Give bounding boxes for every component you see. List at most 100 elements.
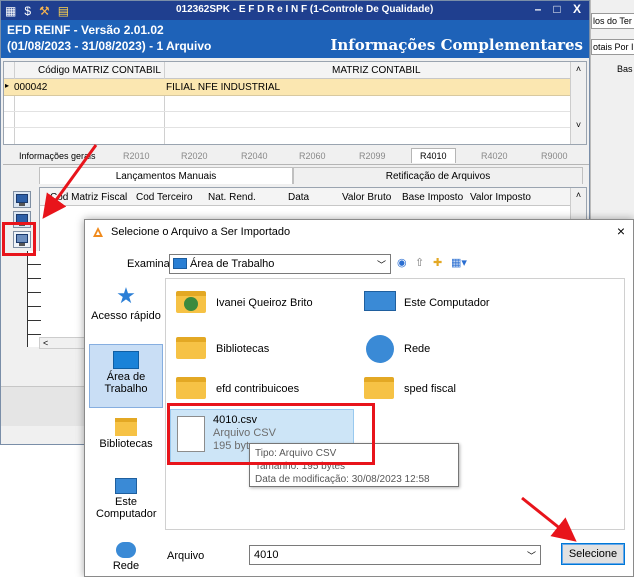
places-bar: ★ Acesso rápido Área de Trabalho Bibliot… <box>89 278 163 574</box>
view-menu-icon[interactable]: ▦▾ <box>451 256 467 269</box>
tab-r4010[interactable]: R4010 <box>411 148 456 163</box>
column-header-valor-imposto[interactable]: Valor Imposto <box>470 192 531 203</box>
place-area-de-trabalho[interactable]: Área de Trabalho <box>89 344 163 408</box>
desktop-icon <box>173 258 187 269</box>
file-item-sped-fiscal[interactable]: sped fiscal <box>364 375 534 407</box>
new-folder-icon[interactable]: ✚ <box>433 256 442 269</box>
horizontal-scrollbar[interactable]: < <box>39 337 89 349</box>
file-item-name: sped fiscal <box>404 383 456 395</box>
scroll-up-icon[interactable]: ˄ <box>571 190 586 200</box>
app-dollar-icon[interactable]: $ <box>24 4 31 18</box>
peek-tab-totais[interactable]: otais Por I <box>591 39 634 55</box>
desktop-icon <box>113 351 139 369</box>
place-label: Área de Trabalho <box>104 371 148 395</box>
arquivo-value: 4010 <box>254 549 279 561</box>
highlight-box-csv-file <box>167 403 375 465</box>
record-tabs: Informações gerais R2010 R2020 R2040 R20… <box>3 148 589 165</box>
tab-r9000[interactable]: R9000 <box>541 151 568 161</box>
column-header-cod-terceiro[interactable]: Cod Terceiro <box>136 192 193 203</box>
close-button[interactable]: X <box>568 2 586 18</box>
place-label: Este Computador <box>96 496 157 520</box>
examinar-dropdown[interactable]: Área de Trabalho ﹀ <box>169 254 391 274</box>
file-item-bibliotecas[interactable]: Bibliotecas <box>176 335 346 367</box>
computer-icon <box>364 291 396 311</box>
folder-icon <box>176 377 206 399</box>
place-bibliotecas[interactable]: Bibliotecas <box>89 414 163 464</box>
monitor-action-button[interactable] <box>13 191 31 208</box>
tab-r2020[interactable]: R2020 <box>181 151 208 161</box>
highlight-box-import-button <box>2 222 36 256</box>
tab-r2010[interactable]: R2010 <box>123 151 150 161</box>
file-open-dialog: Selecione o Arquivo a Ser Importado × Ex… <box>84 219 634 577</box>
tab-r2060[interactable]: R2060 <box>299 151 326 161</box>
titlebar-icons: ▦ $ ⚒ ▤ <box>5 2 69 19</box>
minimize-button[interactable]: – <box>529 2 547 18</box>
arquivo-input[interactable]: 4010 ﹀ <box>249 545 541 565</box>
cell-matriz: FILIAL NFE INDUSTRIAL <box>166 82 281 93</box>
file-item-rede[interactable]: Rede <box>364 335 534 367</box>
table-row[interactable]: ▸ 000042 FILIAL NFE INDUSTRIAL <box>4 79 570 96</box>
dialog-titlebar: Selecione o Arquivo a Ser Importado × <box>85 220 633 244</box>
maximize-button[interactable]: □ <box>548 2 566 18</box>
matrix-grid-header: Código MATRIZ CONTABIL MATRIZ CONTABIL <box>4 62 570 144</box>
libraries-icon <box>115 418 137 436</box>
period-label: (01/08/2023 - 31/08/2023) - 1 Arquivo <box>7 39 212 53</box>
column-header-base-imposto[interactable]: Base Imposto <box>402 192 463 203</box>
row-pointer-icon: ▸ <box>5 81 10 90</box>
file-item-name: Este Computador <box>404 297 490 309</box>
tab-retificacao-arquivos[interactable]: Retificação de Arquivos <box>293 167 583 184</box>
place-label: Bibliotecas <box>99 438 153 450</box>
tab-lancamentos-manuais[interactable]: Lançamentos Manuais <box>39 167 293 184</box>
lancamentos-grid-header: Cod Matriz Fiscal Cod Terceiro Nat. Rend… <box>40 188 570 206</box>
column-header-matriz[interactable]: MATRIZ CONTABIL <box>332 65 421 76</box>
chevron-down-icon[interactable]: ﹀ <box>527 549 536 562</box>
file-item-name: Rede <box>404 343 431 355</box>
user-avatar-icon <box>184 297 198 311</box>
column-header-nat-rend[interactable]: Nat. Rend. <box>208 192 256 203</box>
column-header-valor-bruto[interactable]: Valor Bruto <box>342 192 391 203</box>
app-tools-icon[interactable]: ⚒ <box>39 4 50 18</box>
dialog-title: Selecione o Arquivo a Ser Importado <box>111 226 291 238</box>
place-label: Rede <box>112 560 140 572</box>
monitor-icon <box>16 194 28 203</box>
star-icon: ★ <box>116 283 136 308</box>
scroll-up-icon[interactable]: ˄ <box>571 64 586 74</box>
place-rede[interactable]: Rede <box>89 540 163 574</box>
chevron-down-icon: ﹀ <box>376 260 386 270</box>
tab-r2099[interactable]: R2099 <box>359 151 386 161</box>
sub-tabs: Lançamentos Manuais Retificação de Arqui… <box>3 167 589 184</box>
matrix-grid[interactable]: Código MATRIZ CONTABIL MATRIZ CONTABIL ▸… <box>3 61 587 145</box>
file-item-user-folder[interactable]: Ivanei Queiroz Brito <box>176 289 346 321</box>
column-header-cod-matriz-fiscal[interactable]: Cod Matriz Fiscal <box>50 192 127 203</box>
column-header-data[interactable]: Data <box>288 192 309 203</box>
app-page-icon[interactable]: ▤ <box>58 4 69 18</box>
examinar-value: Área de Trabalho <box>190 258 275 270</box>
place-este-computador[interactable]: Este Computador <box>89 474 163 528</box>
peek-tab-terceiros[interactable]: los do Ter <box>591 13 634 29</box>
app-grid-icon[interactable]: ▦ <box>5 4 16 18</box>
select-button[interactable]: Selecione <box>561 543 625 565</box>
place-acesso-rapido[interactable]: ★ Acesso rápido <box>89 284 163 340</box>
folder-icon <box>364 377 394 399</box>
tab-informacoes-gerais[interactable]: Informações gerais <box>19 151 96 161</box>
network-icon <box>116 542 136 558</box>
vertical-scrollbar[interactable]: ˄ ˅ <box>570 62 586 144</box>
arquivo-label: Arquivo <box>167 550 205 562</box>
window-titlebar: ▦ $ ⚒ ▤ 012362SPK - E F D R e I N F (1-C… <box>1 1 589 20</box>
up-folder-icon[interactable]: ⇧ <box>415 256 424 269</box>
file-item-name: efd contribuicoes <box>216 383 300 395</box>
network-icon <box>366 335 394 363</box>
cell-codigo: 000042 <box>14 82 48 93</box>
place-label: Acesso rápido <box>91 310 161 322</box>
tab-r4020[interactable]: R4020 <box>481 151 508 161</box>
scroll-left-icon[interactable]: < <box>43 338 48 348</box>
back-icon[interactable]: ◉ <box>397 256 407 269</box>
version-label: EFD REINF - Versão 2.01.02 <box>7 23 164 37</box>
libraries-icon <box>176 337 206 359</box>
dialog-close-button[interactable]: × <box>617 223 625 239</box>
column-header-codigo[interactable]: Código MATRIZ CONTABIL <box>38 65 161 76</box>
app-logo-icon <box>93 227 103 237</box>
scroll-down-icon[interactable]: ˅ <box>571 120 586 130</box>
file-item-este-computador[interactable]: Este Computador <box>364 289 534 321</box>
tab-r2040[interactable]: R2040 <box>241 151 268 161</box>
